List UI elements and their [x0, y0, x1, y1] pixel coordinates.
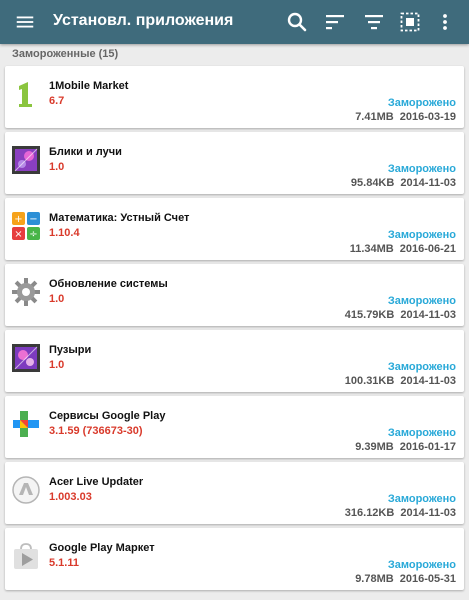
app-name: Блики и лучи — [49, 146, 122, 158]
app-meta: 415.79KB 2014-11-03 — [345, 309, 456, 321]
app-date: 2016-06-21 — [399, 243, 456, 255]
app-size: 9.78MB — [355, 573, 394, 585]
app-size: 100.31KB — [344, 375, 395, 387]
app-size: 7.41MB — [355, 111, 394, 123]
section-header: Замороженные (15) — [12, 48, 119, 60]
list-item[interactable]: Сервисы Google Play 3.1.59 (736673-30) З… — [5, 396, 464, 458]
app-version: 5.1.11 — [49, 557, 79, 569]
list-item[interactable]: Обновление системы 1.0 Заморожено 415.79… — [5, 264, 464, 326]
select-all-icon[interactable] — [398, 10, 422, 34]
status-badge: Заморожено — [387, 97, 456, 109]
svg-text:÷: ÷ — [29, 229, 37, 240]
list-item[interactable]: Acer Live Updater 1.003.03 Заморожено 31… — [5, 462, 464, 524]
app-version: 1.10.4 — [49, 227, 80, 239]
app-name: Сервисы Google Play — [49, 410, 166, 422]
list-item[interactable]: Блики и лучи 1.0 Заморожено 95.84KB 2014-… — [5, 132, 464, 194]
app-meta: 9.78MB 2016-05-31 — [355, 573, 456, 585]
app-version: 1.003.03 — [49, 491, 92, 503]
app-name: Acer Live Updater — [49, 476, 144, 488]
app-date: 2016-01-17 — [399, 441, 456, 453]
app-meta: 11.34MB 2016-06-21 — [350, 243, 456, 255]
app-date: 2014-11-03 — [400, 177, 456, 189]
app-name: Пузыри — [49, 344, 92, 356]
app-version: 1.0 — [49, 359, 65, 371]
app-meta: 316.12KB 2014-11-03 — [345, 507, 456, 519]
status-badge: Заморожено — [387, 295, 456, 307]
app-size: 95.84KB — [350, 177, 395, 189]
app-name: 1Mobile Market — [49, 80, 129, 92]
google-play-store-icon — [14, 543, 38, 569]
search-icon[interactable] — [285, 10, 309, 34]
app-name: Google Play Маркет — [49, 542, 155, 554]
app-size: 11.34MB — [349, 243, 394, 255]
app-date: 2014-11-03 — [400, 375, 456, 387]
app-list: 1Mobile Market 6.7 Заморожено 7.41MB 2016… — [5, 66, 464, 594]
app-meta: 7.41MB 2016-03-19 — [355, 111, 456, 123]
status-badge: Заморожено — [387, 229, 456, 241]
filter-icon[interactable] — [362, 10, 386, 34]
app-size: 415.79KB — [344, 309, 395, 321]
status-badge: Заморожено — [387, 493, 456, 505]
app-date: 2014-11-03 — [400, 309, 456, 321]
google-play-services-icon — [13, 411, 39, 437]
app-size: 9.39MB — [355, 441, 394, 453]
list-item[interactable]: Google Play Маркет 5.1.11 Заморожено 9.7… — [5, 528, 464, 590]
app-size: 316.12KB — [344, 507, 395, 519]
wallpaper-icon — [12, 344, 40, 372]
app-meta: 9.39MB 2016-01-17 — [355, 441, 456, 453]
status-badge: Заморожено — [387, 559, 456, 571]
app-version: 1.0 — [49, 293, 65, 305]
list-item[interactable]: 1Mobile Market 6.7 Заморожено 7.41MB 2016… — [5, 66, 464, 128]
list-item[interactable]: + − × ÷ Математика: Устный Счет 1.10.4 З… — [5, 198, 464, 260]
app-meta: 100.31KB 2014-11-03 — [345, 375, 456, 387]
svg-text:+: + — [14, 214, 22, 225]
system-update-icon — [12, 278, 40, 306]
acer-updater-icon — [12, 476, 40, 504]
wallpaper-icon — [12, 146, 40, 174]
app-meta: 95.84KB 2014-11-03 — [351, 177, 456, 189]
app-date: 2014-11-03 — [400, 507, 456, 519]
app-version: 3.1.59 (736673-30) — [49, 425, 143, 437]
app-name: Математика: Устный Счет — [49, 212, 190, 224]
menu-icon[interactable] — [14, 11, 36, 33]
toolbar: Установл. приложения — [0, 0, 469, 44]
status-badge: Заморожено — [387, 361, 456, 373]
svg-text:−: − — [29, 214, 37, 225]
app-version: 6.7 — [49, 95, 65, 107]
math-icon: + − × ÷ — [12, 212, 40, 240]
app-name: Обновление системы — [49, 278, 168, 290]
app-version: 1.0 — [49, 161, 65, 173]
app-date: 2016-05-31 — [399, 573, 456, 585]
status-badge: Заморожено — [387, 163, 456, 175]
page-title: Установл. приложения — [53, 12, 234, 29]
sort-icon[interactable] — [323, 10, 347, 34]
list-item[interactable]: Пузыри 1.0 Заморожено 100.31KB 2014-11-03 — [5, 330, 464, 392]
svg-text:×: × — [14, 229, 22, 240]
onemobile-icon — [11, 79, 41, 109]
app-date: 2016-03-19 — [399, 111, 456, 123]
more-vert-icon[interactable] — [433, 10, 457, 34]
status-badge: Заморожено — [387, 427, 456, 439]
